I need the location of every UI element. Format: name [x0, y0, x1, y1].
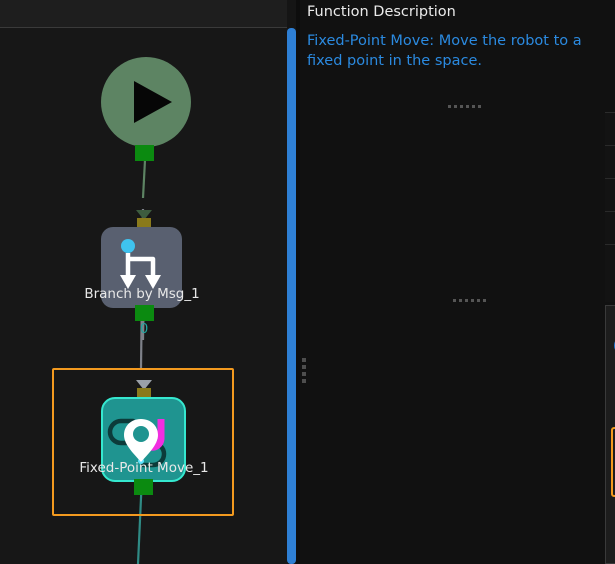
- flow-node-start[interactable]: [101, 57, 191, 147]
- branch-output-index-label: 0: [140, 322, 148, 337]
- section-move-type-common-parameters[interactable]: Move-Type Step Common Parameters: [605, 179, 615, 212]
- play-icon: [134, 81, 172, 123]
- function-description-text: Fixed-Point Move: Move the robot to a fi…: [307, 31, 607, 71]
- flow-node-fixed-point-move[interactable]: [101, 397, 186, 482]
- application-window: Branch by Msg_1 0 Fixed-Point Move_1: [0, 0, 615, 564]
- basic-move-settings-content: Basic move settings i 1 waypoint(s) will…: [606, 306, 615, 563]
- flow-toolbar[interactable]: [0, 0, 287, 28]
- vertical-splitter[interactable]: [287, 28, 296, 564]
- flow-canvas[interactable]: Branch by Msg_1 0 Fixed-Point Move_1: [0, 28, 287, 564]
- function-description-title: Function Description: [307, 4, 456, 20]
- enable-collision-label: Enable Co...: [605, 287, 615, 303]
- move-node-output-port[interactable]: [134, 479, 153, 495]
- step-id-label: Step ID: [605, 154, 615, 170]
- basic-move-settings-pane: Basic move settings i 1 waypoint(s) will…: [605, 305, 615, 564]
- location-pin-path-icon: [103, 399, 184, 480]
- flowchart-panel[interactable]: Branch by Msg_1 0 Fixed-Point Move_1: [0, 0, 287, 564]
- name-label: Name: [605, 121, 615, 137]
- horizontal-splitter-handle[interactable]: [448, 105, 481, 108]
- branch-fork-icon: [101, 227, 182, 308]
- section-collision-avoidance[interactable]: Collision Avoidance: [605, 245, 615, 278]
- section-held-target[interactable]: Held Target ...: [605, 212, 615, 245]
- parameters-form: Name ked-Point Move_1 Step ID 2: [605, 112, 615, 302]
- pane-splitter-handle[interactable]: [453, 299, 486, 302]
- lower-pane-side-handle[interactable]: [302, 358, 306, 383]
- flow-node-branch[interactable]: [101, 227, 182, 308]
- field-row-name: Name ked-Point Move_1: [605, 113, 615, 146]
- field-row-step-id: Step ID 2: [605, 146, 615, 179]
- motion-type-highlight: [611, 427, 615, 497]
- properties-panel: Function Description Fixed-Point Move: M…: [300, 0, 615, 564]
- start-node-output-port[interactable]: [135, 145, 154, 161]
- branch-node-output-port[interactable]: [135, 305, 154, 321]
